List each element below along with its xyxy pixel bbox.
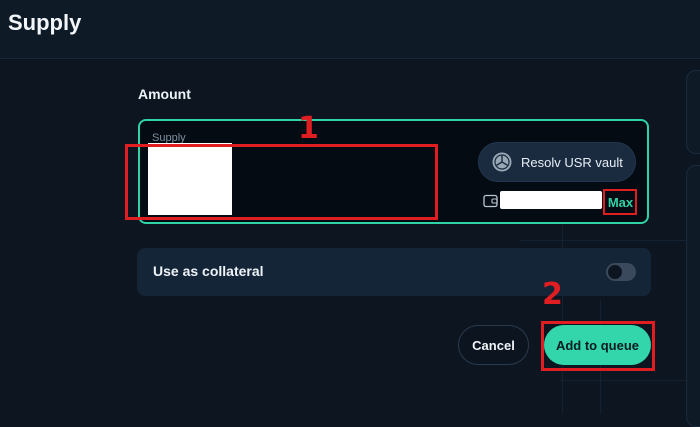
resolv-token-icon (492, 152, 512, 172)
token-label: Resolv USR vault (521, 154, 623, 170)
header-bar (0, 0, 700, 59)
side-card-top (686, 70, 700, 154)
use-as-collateral-row: Use as collateral (137, 248, 651, 296)
annotation-box-1 (125, 144, 438, 220)
background-line (520, 240, 700, 241)
background-line (560, 380, 700, 381)
collateral-label: Use as collateral (153, 263, 264, 279)
annotation-box-max (603, 189, 637, 215)
collateral-toggle[interactable] (606, 263, 636, 281)
wallet-icon (483, 194, 498, 208)
annotation-number-1: 1 (298, 111, 319, 146)
cancel-button[interactable]: Cancel (458, 325, 529, 365)
token-selector[interactable]: Resolv USR vault (478, 142, 636, 182)
wallet-balance (500, 191, 602, 209)
toggle-knob (608, 265, 622, 279)
page-title: Supply (8, 10, 82, 35)
annotation-number-2: 2 (542, 277, 563, 312)
side-card-bottom (686, 165, 700, 427)
amount-label: Amount (138, 86, 191, 102)
annotation-box-2 (541, 321, 655, 371)
